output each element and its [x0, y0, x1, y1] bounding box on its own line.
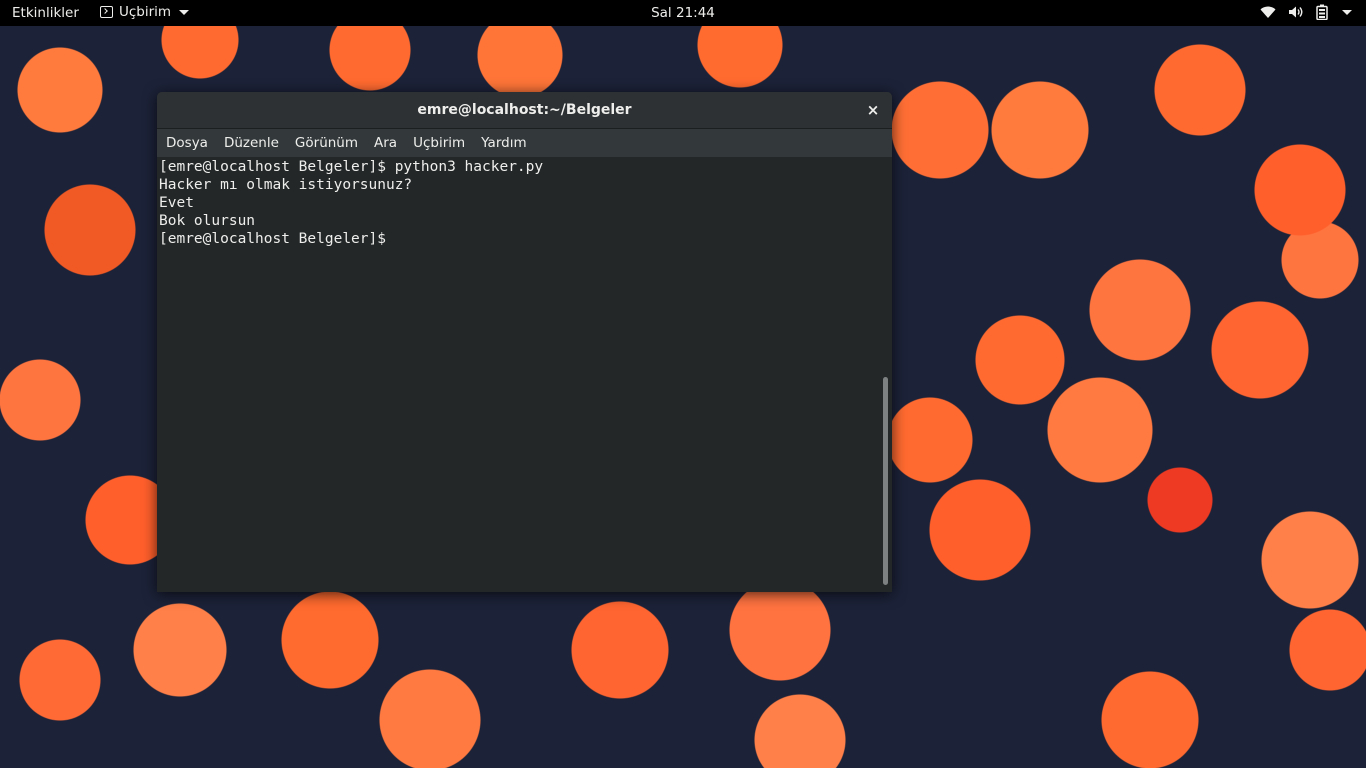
- menu-item-edit[interactable]: Düzenle: [224, 135, 279, 151]
- terminal-line: Evet: [159, 195, 194, 211]
- menu-item-search[interactable]: Ara: [374, 135, 397, 151]
- terminal-line: [emre@localhost Belgeler]$ python3 hacke…: [159, 159, 544, 175]
- menu-item-file[interactable]: Dosya: [166, 135, 208, 151]
- terminal-line: Hacker mı olmak istiyorsunuz?: [159, 177, 413, 193]
- terminal-icon: [100, 6, 113, 18]
- menu-item-help[interactable]: Yardım: [481, 135, 526, 151]
- top-bar: Etkinlikler Uçbirim Sal 21:44: [0, 0, 1366, 26]
- clock[interactable]: Sal 21:44: [0, 5, 1366, 21]
- clock-label: Sal 21:44: [651, 5, 715, 21]
- close-icon[interactable]: ×: [866, 92, 880, 128]
- window-titlebar[interactable]: emre@localhost:~/Belgeler ×: [157, 92, 892, 129]
- volume-icon: [1289, 6, 1303, 18]
- terminal-line: [emre@localhost Belgeler]$: [159, 231, 395, 247]
- terminal-scrollbar[interactable]: [880, 157, 892, 592]
- scrollbar-thumb[interactable]: [883, 377, 888, 585]
- chevron-down-icon: [1342, 9, 1352, 15]
- chevron-down-icon: [179, 9, 190, 15]
- system-status-menu[interactable]: [1260, 4, 1352, 20]
- terminal-output[interactable]: [emre@localhost Belgeler]$ python3 hacke…: [157, 157, 880, 592]
- menu-item-view[interactable]: Görünüm: [295, 135, 358, 151]
- terminal-window: emre@localhost:~/Belgeler × Dosya Düzenl…: [157, 92, 892, 592]
- menu-item-terminal[interactable]: Uçbirim: [413, 135, 465, 151]
- battery-icon: [1316, 4, 1328, 20]
- wifi-icon: [1260, 6, 1276, 18]
- app-menu-button[interactable]: Uçbirim: [100, 4, 190, 20]
- window-title: emre@localhost:~/Belgeler: [417, 102, 632, 118]
- activities-button[interactable]: Etkinlikler: [12, 5, 79, 21]
- terminal-line: Bok olursun: [159, 213, 256, 229]
- menu-bar: Dosya Düzenle Görünüm Ara Uçbirim Yardım: [157, 129, 892, 157]
- app-menu-label: Uçbirim: [119, 4, 172, 20]
